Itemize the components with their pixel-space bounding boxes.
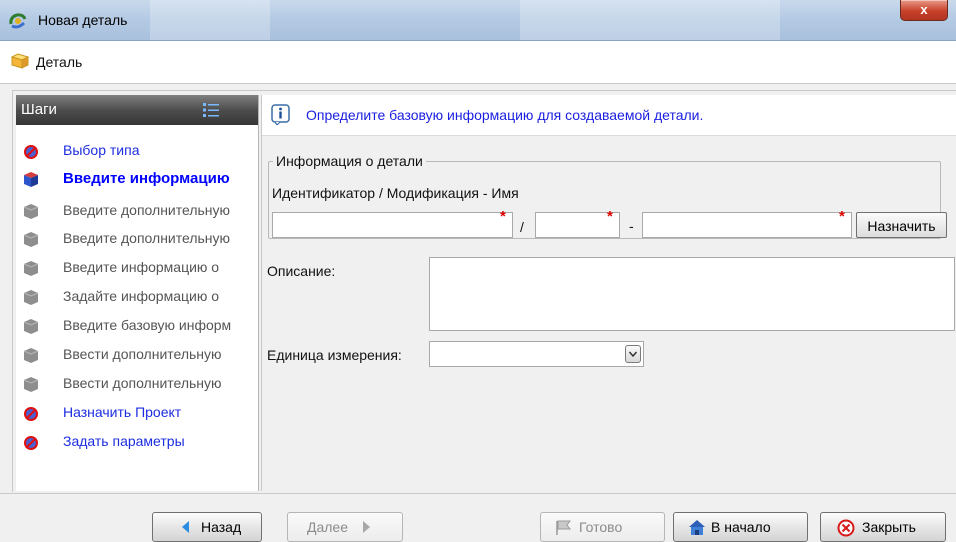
window-titlebar: Новая деталь x bbox=[0, 0, 956, 41]
description-textarea[interactable] bbox=[429, 257, 955, 331]
gray-part-icon bbox=[23, 290, 39, 305]
home-icon bbox=[689, 520, 705, 535]
close-button[interactable]: Закрыть bbox=[820, 512, 946, 542]
required-marker: * bbox=[607, 208, 613, 225]
steps-panel: Шаги Выбор типа Введите информацию Введи… bbox=[16, 95, 259, 491]
done-button[interactable]: Готово bbox=[540, 512, 665, 542]
steps-header: Шаги bbox=[16, 95, 258, 125]
separator-slash: / bbox=[520, 219, 524, 235]
list-toggle-icon[interactable] bbox=[203, 103, 219, 117]
step-label: Введите информацию bbox=[63, 170, 230, 187]
part-folder-icon bbox=[11, 53, 29, 69]
arrow-left-icon bbox=[182, 521, 189, 533]
separator-dash: - bbox=[629, 218, 634, 234]
app-icon bbox=[9, 13, 27, 29]
gray-part-icon bbox=[23, 377, 39, 392]
step-set-parameters[interactable]: Задать параметры bbox=[16, 430, 258, 454]
step-label: Ввести дополнительную bbox=[63, 375, 222, 391]
window-close-button[interactable]: x bbox=[900, 0, 948, 21]
step-label: Выбор типа bbox=[63, 142, 140, 158]
back-button[interactable]: Назад bbox=[152, 512, 262, 542]
blocked-part-icon bbox=[24, 145, 38, 159]
step-additional-1[interactable]: Введите дополнительную bbox=[16, 199, 258, 223]
step-label: Введите дополнительную bbox=[63, 230, 231, 246]
required-marker: * bbox=[839, 208, 845, 225]
step-label: Ввести дополнительную bbox=[63, 346, 222, 362]
gray-part-icon bbox=[23, 348, 39, 363]
gray-part-icon bbox=[23, 261, 39, 276]
unit-select[interactable] bbox=[429, 341, 644, 367]
step-base-info[interactable]: Введите базовую информ bbox=[16, 314, 258, 338]
unit-label: Единица измерения: bbox=[267, 347, 402, 363]
main-panel: Определите базовую информацию для создав… bbox=[261, 95, 956, 491]
titlebar-glass bbox=[150, 0, 270, 40]
part-cube-icon bbox=[24, 172, 38, 187]
step-additional-2[interactable]: Введите дополнительную bbox=[16, 227, 258, 251]
step-label: Задать параметры bbox=[63, 433, 185, 449]
steps-title: Шаги bbox=[21, 101, 57, 118]
gray-part-icon bbox=[23, 319, 39, 334]
step-enter-additional-2[interactable]: Ввести дополнительную bbox=[16, 372, 258, 396]
chevron-down-icon[interactable] bbox=[625, 345, 641, 363]
next-button[interactable]: Далее bbox=[287, 512, 403, 542]
wizard-footer: Назад Далее Готово В начало Закрыть bbox=[0, 493, 956, 542]
detail-info-legend: Информация о детали bbox=[276, 153, 423, 169]
step-label: Введите информацию о bbox=[63, 259, 220, 275]
home-button[interactable]: В начало bbox=[673, 512, 808, 542]
titlebar-glass bbox=[520, 0, 780, 40]
home-label: В начало bbox=[711, 519, 771, 535]
info-bar: Определите базовую информацию для создав… bbox=[262, 95, 956, 136]
object-type-header: Деталь bbox=[0, 41, 956, 84]
blocked-part-icon bbox=[24, 407, 38, 421]
step-info-about[interactable]: Введите информацию о bbox=[16, 256, 258, 280]
step-enter-additional-1[interactable]: Ввести дополнительную bbox=[16, 343, 258, 367]
step-set-info[interactable]: Задайте информацию о bbox=[16, 285, 258, 309]
required-marker: * bbox=[500, 208, 506, 225]
step-enter-info[interactable]: Введите информацию bbox=[16, 167, 258, 191]
info-message: Определите базовую информацию для создав… bbox=[306, 107, 704, 123]
identifier-label: Идентификатор / Модификация - Имя bbox=[272, 185, 519, 201]
info-icon bbox=[271, 104, 290, 125]
close-label: Закрыть bbox=[862, 519, 916, 535]
gray-part-icon bbox=[23, 232, 39, 247]
step-assign-project[interactable]: Назначить Проект bbox=[16, 401, 258, 425]
step-label: Назначить Проект bbox=[63, 404, 182, 420]
finish-flag-icon bbox=[556, 520, 571, 535]
blocked-part-icon bbox=[24, 436, 38, 450]
next-label: Далее bbox=[307, 519, 349, 535]
window-title: Новая деталь bbox=[38, 12, 128, 28]
done-label: Готово bbox=[579, 519, 623, 535]
description-label: Описание: bbox=[267, 263, 336, 279]
step-select-type[interactable]: Выбор типа bbox=[16, 139, 258, 163]
arrow-right-icon bbox=[363, 521, 370, 533]
assign-button[interactable]: Назначить bbox=[856, 212, 947, 238]
name-input[interactable] bbox=[642, 212, 852, 238]
step-label: Введите дополнительную bbox=[63, 202, 231, 218]
back-label: Назад bbox=[201, 519, 242, 535]
object-type-label: Деталь bbox=[36, 54, 83, 70]
step-label: Введите базовую информ bbox=[63, 317, 232, 333]
close-circle-icon bbox=[837, 519, 855, 537]
step-label: Задайте информацию о bbox=[63, 288, 220, 304]
identifier-input[interactable] bbox=[272, 212, 513, 238]
gray-part-icon bbox=[23, 204, 39, 219]
